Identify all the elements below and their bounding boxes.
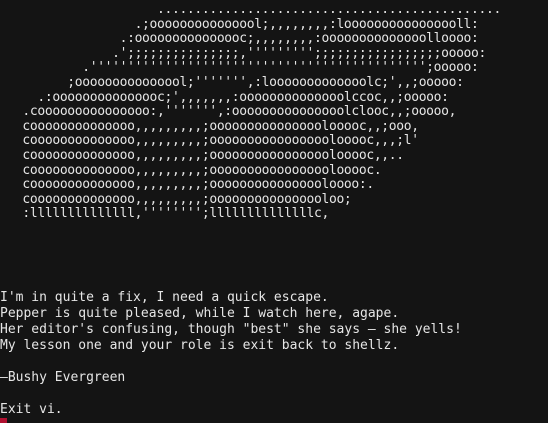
motd-line: I'm in quite a fix, I need a quick escap… [0, 290, 329, 305]
ascii-art-line: coooooooooooooo,,,,,,,,,;ooooooooooooooo… [0, 177, 374, 193]
ascii-art-line: .;ooooooooooooool;,,,,,,,,:loooooooooooo… [0, 16, 479, 32]
motd-line [0, 386, 462, 402]
motd-line: Pepper is quite pleased, while I watch h… [0, 306, 400, 321]
ascii-art-line: .:ooooooooooooooc;',,,,,,,:ooooooooooooo… [0, 89, 449, 105]
ascii-art-line: .cooooooooooooooo:,''''''',:oooooooooooo… [0, 104, 457, 120]
motd-line [0, 354, 462, 370]
motd-line: Her editor's confusing, though "best" sh… [0, 322, 462, 337]
ascii-art-line: coooooooooooooo,,,,,,,,,;ooooooooooooooo… [0, 162, 382, 178]
terminal-cursor [0, 418, 7, 423]
motd-text: I'm in quite a fix, I need a quick escap… [0, 290, 462, 418]
ascii-art-line: ;ooooooooooooool;''''''',:looooooooooooo… [0, 74, 464, 90]
ascii-art-line: coooooooooooooo,,,,,,,,,;ooooooooooooooo… [0, 118, 419, 134]
ascii-art-line: .:ooooooooooooooc;,,,,,,,,:ooooooooooooo… [0, 31, 479, 47]
ascii-art-line: coooooooooooooo,,,,,,,,,;ooooooooooooooo… [0, 147, 404, 163]
ascii-art-line: coooooooooooooo,,,,,,,,,;ooooooooooooooo… [0, 191, 352, 207]
ascii-art-line: :llllllllllllll,'''''''';llllllllllllllc… [0, 206, 329, 222]
motd-line: —Bushy Evergreen [0, 370, 126, 385]
ascii-art-line: ........................................… [0, 2, 501, 17]
ascii-art-line: .';;;;;;;;;;;;;;;,''''''''';;;;;;;;;;;;;… [0, 45, 486, 61]
ascii-art-logo: ........................................… [0, 2, 501, 222]
terminal-window[interactable]: ........................................… [0, 0, 548, 423]
motd-line: Exit vi. [0, 402, 63, 417]
ascii-art-line: .'''''''''''''''''''''''''''''''''''''''… [0, 60, 479, 76]
motd-line: My lesson one and your role is exit back… [0, 338, 400, 353]
ascii-art-line: coooooooooooooo,,,,,,,,,;ooooooooooooooo… [0, 133, 419, 149]
